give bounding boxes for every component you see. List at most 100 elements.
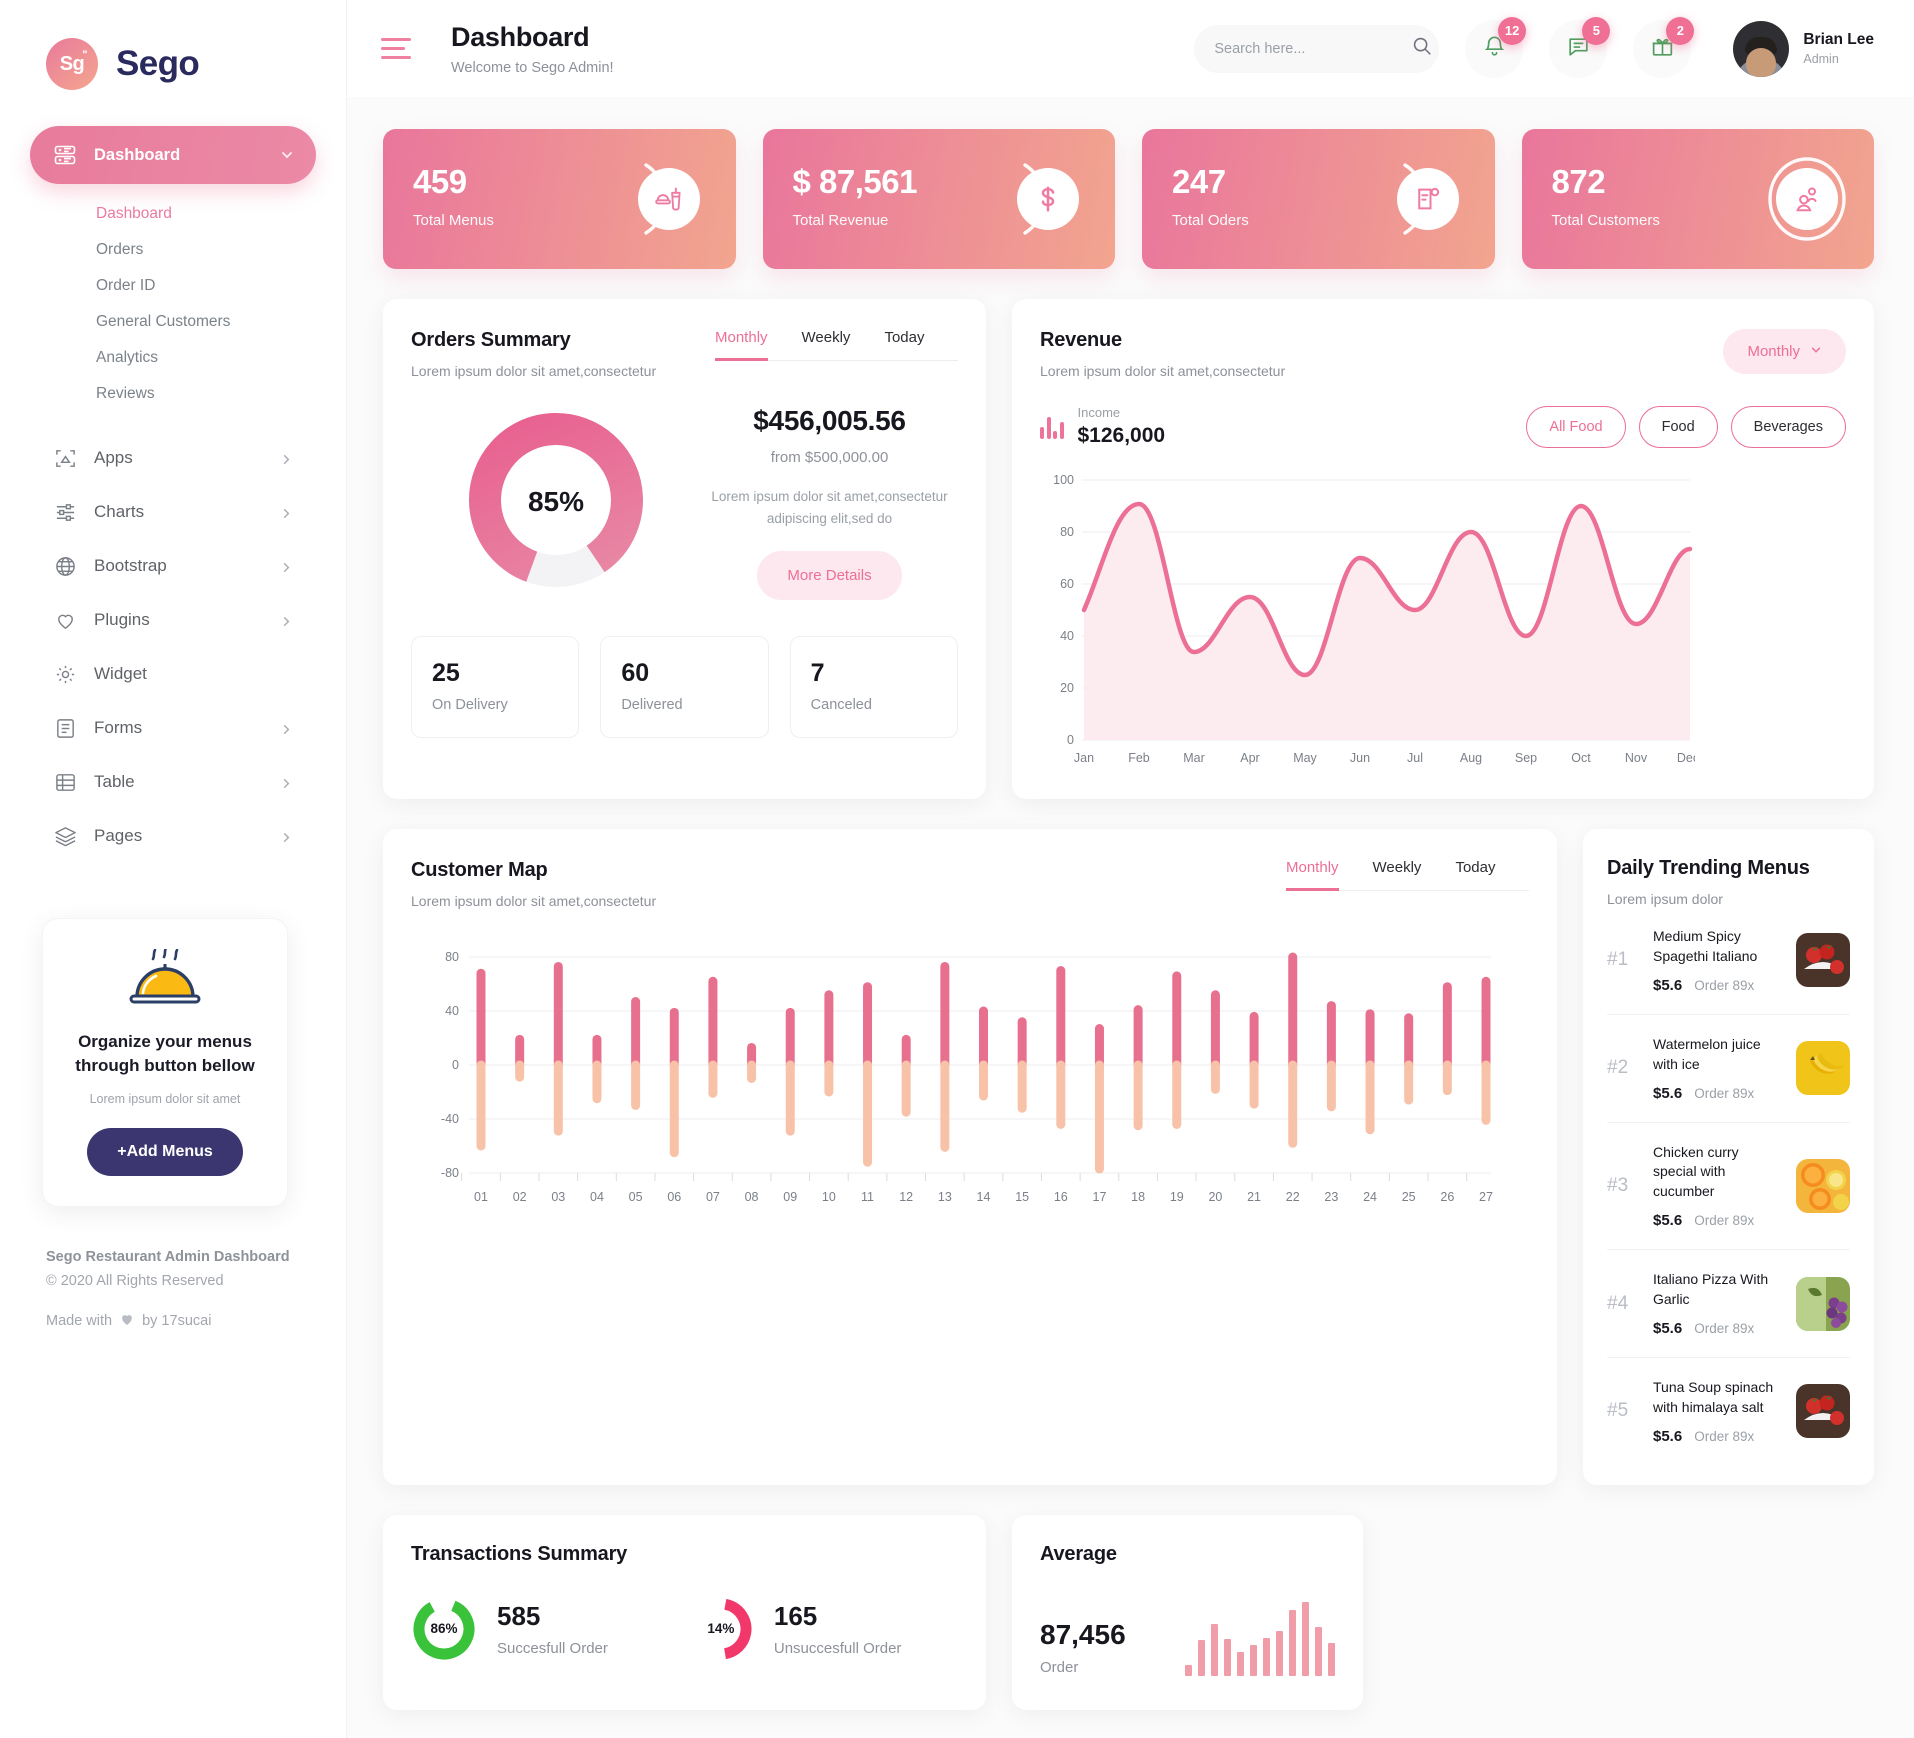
sidebar-item-label: Charts xyxy=(94,502,145,521)
messages-button[interactable]: 5 xyxy=(1549,16,1611,78)
svg-text:Jan: Jan xyxy=(1074,751,1094,765)
chevron-down-icon xyxy=(280,148,294,162)
search-box[interactable] xyxy=(1194,24,1440,73)
sidebar-item-table[interactable]: Table xyxy=(30,756,316,808)
svg-text:04: 04 xyxy=(590,1190,604,1204)
orders-summary-body: 85% $456,005.56 from $500,000.00 Lorem i… xyxy=(411,399,958,601)
filter-all-food[interactable]: All Food xyxy=(1526,406,1626,448)
trend-price: $5.6 xyxy=(1653,1319,1683,1337)
gifts-button[interactable]: 2 xyxy=(1633,16,1695,78)
trending-menus-card: Daily Trending Menus Lorem ipsum dolor #… xyxy=(1583,829,1874,1485)
mini-stat-label: On Delivery xyxy=(432,697,508,714)
sidebar-item-label: Widget xyxy=(94,664,147,683)
user-role: Admin xyxy=(1803,52,1839,66)
sidebar-subitem-order-id[interactable]: Order ID xyxy=(30,268,316,304)
gifts-badge: 2 xyxy=(1666,16,1695,45)
list-item[interactable]: #2 Watermelon juice with ice $5.6 Order … xyxy=(1607,1015,1850,1123)
more-details-button[interactable]: More Details xyxy=(757,551,902,601)
customer-map-subtitle: Lorem ipsum dolor sit amet,consectetur xyxy=(411,893,657,909)
trend-name: Italiano Pizza With Garlic xyxy=(1653,1271,1769,1307)
trend-rank: #1 xyxy=(1607,949,1629,971)
list-item[interactable]: #5 Tuna Soup spinach with himalaya salt … xyxy=(1607,1358,1850,1465)
menu-toggle-icon[interactable] xyxy=(381,38,411,59)
sidebar-item-pages[interactable]: Pages xyxy=(30,810,316,862)
revenue-income: Income $126,000 xyxy=(1040,405,1165,448)
app-root: Sg " Sego Dashboard Dashboard Orders Ord… xyxy=(0,0,1914,1738)
success-label: Succesfull Order xyxy=(497,1639,608,1657)
tab-monthly[interactable]: Monthly xyxy=(715,329,768,361)
tab-today[interactable]: Today xyxy=(884,329,924,361)
sidebar-item-bootstrap[interactable]: Bootstrap xyxy=(30,540,316,592)
trend-price: $5.6 xyxy=(1653,976,1683,994)
svg-text:-80: -80 xyxy=(441,1166,459,1180)
revenue-title: Revenue xyxy=(1040,329,1122,351)
chevron-right-icon xyxy=(280,505,294,519)
svg-text:10: 10 xyxy=(822,1190,836,1204)
sidebar-item-label: Plugins xyxy=(94,610,150,629)
svg-text:19: 19 xyxy=(1170,1190,1184,1204)
sidebar-groups: Apps Charts Bootstrap Plugins Widget For… xyxy=(30,432,316,862)
gear-icon xyxy=(52,661,78,687)
svg-text:13: 13 xyxy=(938,1190,952,1204)
filter-food[interactable]: Food xyxy=(1638,406,1718,448)
svg-text:Dec: Dec xyxy=(1677,751,1695,765)
user-profile[interactable]: Brian Lee Admin xyxy=(1733,20,1874,77)
stat-card-total-menus[interactable]: 459 Total Menus xyxy=(383,129,736,269)
sidebar-item-dashboard[interactable]: Dashboard xyxy=(30,126,316,184)
mini-stat-on-delivery: 25 On Delivery xyxy=(411,636,580,739)
promo-card: Organize your menus through button bello… xyxy=(42,918,288,1208)
list-item[interactable]: #4 Italiano Pizza With Garlic $5.6 Order… xyxy=(1607,1250,1850,1358)
stat-card-total-revenue[interactable]: $ 87,561 Total Revenue xyxy=(762,129,1115,269)
search-icon[interactable] xyxy=(1411,35,1433,62)
svg-text:40: 40 xyxy=(1060,629,1074,643)
trend-name: Chicken curry special with cucumber xyxy=(1653,1143,1739,1200)
sidebar-subitem-analytics[interactable]: Analytics xyxy=(30,340,316,376)
svg-text:Sep: Sep xyxy=(1515,751,1537,765)
list-item[interactable]: #1 Medium Spicy Spagethi Italiano $5.6 O… xyxy=(1607,907,1850,1015)
list-item[interactable]: #3 Chicken curry special with cucumber $… xyxy=(1607,1123,1850,1251)
revenue-subtitle: Lorem ipsum dolor sit amet,consectetur xyxy=(1040,363,1286,379)
revenue-area-chart: 100 80 60 40 20 0 Jan Feb Mar Apr May Ju… xyxy=(1053,473,1699,765)
sidebar-subitem-orders[interactable]: Orders xyxy=(30,232,316,268)
sidebar-item-forms[interactable]: Forms xyxy=(30,702,316,754)
sidebar-item-widget[interactable]: Widget xyxy=(30,648,316,700)
sidebar-subitem-reviews[interactable]: Reviews xyxy=(30,376,316,412)
tab-weekly[interactable]: Weekly xyxy=(1373,859,1422,891)
sidebar-item-apps[interactable]: Apps xyxy=(30,432,316,484)
notifications-button[interactable]: 12 xyxy=(1465,16,1527,78)
tab-today[interactable]: Today xyxy=(1455,859,1495,891)
brand-mark-sup: " xyxy=(82,49,87,61)
svg-text:06: 06 xyxy=(667,1190,681,1204)
tab-weekly[interactable]: Weekly xyxy=(802,329,851,361)
brand-mark: Sg xyxy=(59,52,85,75)
customer-map-chart: 80 40 0 -40 -80 01 02 03 04 05 06 07 08 09 10 11 12… xyxy=(411,939,1529,1234)
search-input[interactable] xyxy=(1214,40,1402,57)
trend-order-count: Order 89x xyxy=(1694,1428,1755,1444)
svg-text:Oct: Oct xyxy=(1571,751,1591,765)
orders-summary-card: Orders Summary Lorem ipsum dolor sit ame… xyxy=(383,299,986,799)
sidebar-subitem-general-customers[interactable]: General Customers xyxy=(30,304,316,340)
sidebar-footer-copyright: © 2020 All Rights Reserved xyxy=(46,1273,224,1290)
sidebar-item-plugins[interactable]: Plugins xyxy=(30,594,316,646)
messages-badge: 5 xyxy=(1582,16,1611,45)
sidebar-item-label: Forms xyxy=(94,718,143,737)
revenue-period-dropdown[interactable]: Monthly xyxy=(1723,329,1846,374)
tab-monthly[interactable]: Monthly xyxy=(1286,859,1339,891)
brand[interactable]: Sg " Sego xyxy=(0,0,346,90)
filter-beverages[interactable]: Beverages xyxy=(1730,406,1846,448)
customer-map-tabs: Monthly Weekly Today xyxy=(1286,859,1529,891)
add-menus-button[interactable]: +Add Menus xyxy=(87,1128,243,1177)
svg-text:24: 24 xyxy=(1363,1190,1377,1204)
svg-text:11: 11 xyxy=(861,1190,874,1204)
sidebar-subitem-dashboard[interactable]: Dashboard xyxy=(30,196,316,232)
row-map-trending: Customer Map Lorem ipsum dolor sit amet,… xyxy=(383,829,1874,1485)
trend-rank: #2 xyxy=(1607,1057,1629,1079)
stat-card-total-customers[interactable]: 872 Total Customers xyxy=(1521,129,1874,269)
sidebar-item-charts[interactable]: Charts xyxy=(30,486,316,538)
svg-text:16: 16 xyxy=(1054,1190,1068,1204)
mini-stat-label: Canceled xyxy=(810,697,872,714)
svg-text:60: 60 xyxy=(1060,577,1074,591)
svg-text:18: 18 xyxy=(1131,1190,1145,1204)
stat-card-total-orders[interactable]: 247 Total Oders xyxy=(1142,129,1495,269)
chevron-right-icon xyxy=(280,613,294,627)
